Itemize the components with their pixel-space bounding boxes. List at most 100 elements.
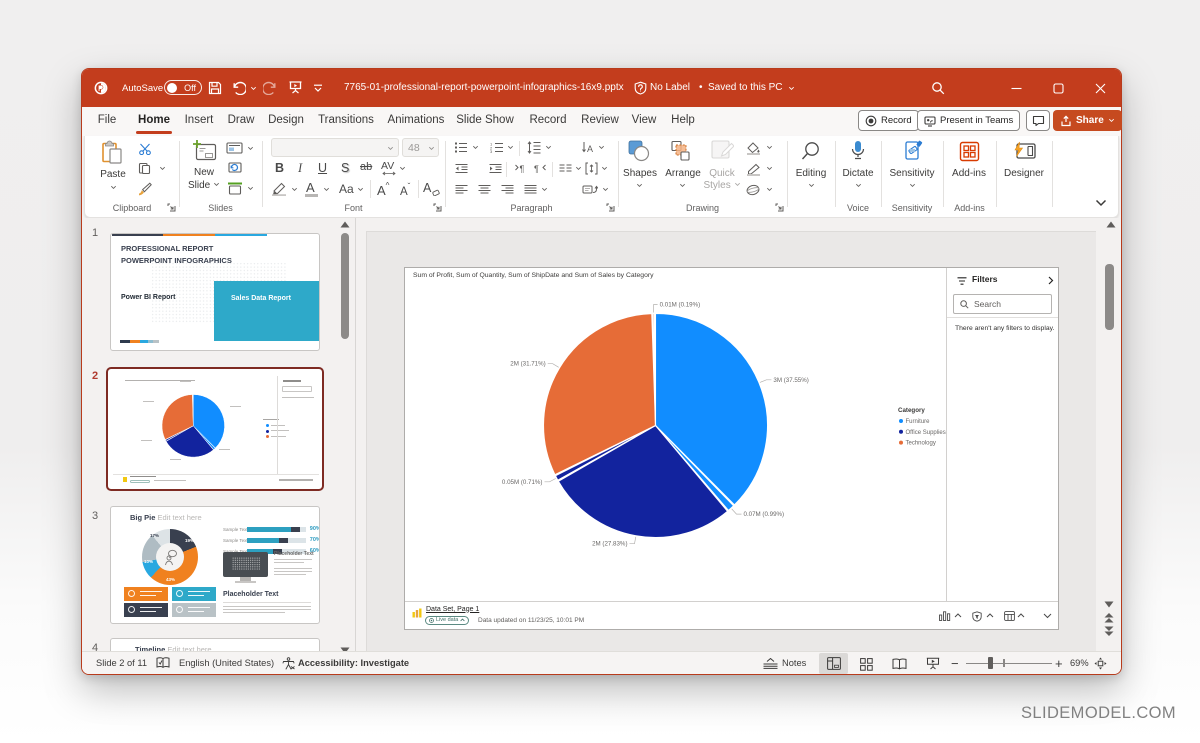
paste-button[interactable]	[99, 140, 125, 166]
shrink-font-button[interactable]: Aˇ	[400, 182, 410, 198]
sensitivity-label-icon[interactable]	[634, 81, 647, 95]
change-case-button[interactable]: Aa	[339, 182, 354, 196]
align-center-icon[interactable]	[478, 184, 491, 195]
filters-search-box[interactable]: Search	[953, 294, 1052, 314]
shape-fill-icon[interactable]	[746, 142, 761, 155]
line-spacing-dropdown-icon[interactable]	[545, 145, 552, 150]
paste-dropdown-icon[interactable]	[110, 185, 117, 190]
close-button[interactable]	[1079, 69, 1121, 107]
font-name-combo[interactable]	[271, 138, 399, 157]
main-scroll-up-icon[interactable]	[1106, 221, 1116, 228]
editing-button[interactable]	[801, 141, 821, 161]
font-color-dropdown-icon[interactable]	[323, 187, 330, 192]
text-direction-icon[interactable]: A	[581, 141, 594, 154]
shapes-button[interactable]	[628, 140, 650, 162]
change-case-dropdown-icon[interactable]	[357, 187, 364, 192]
slide-4-thumbnail[interactable]: Timeline Edit text here	[110, 638, 320, 652]
tab-animations[interactable]: Animations	[385, 107, 447, 133]
pbi-grid-icon[interactable]	[1004, 611, 1015, 621]
zoom-level[interactable]: 69%	[1070, 652, 1089, 674]
zoom-slider-track[interactable]	[966, 663, 1052, 665]
saved-status[interactable]: Saved to this PC	[708, 82, 782, 93]
dictate-dropdown-icon[interactable]	[855, 183, 862, 188]
shape-fill-dropdown-icon[interactable]	[766, 145, 773, 150]
panel-scroll-up-icon[interactable]	[340, 221, 350, 228]
saved-status-dropdown-icon[interactable]	[788, 86, 795, 91]
grow-font-button[interactable]: A^	[377, 181, 389, 198]
shape-effects-dropdown-icon[interactable]	[766, 187, 773, 192]
text-direction-dropdown-icon[interactable]	[598, 145, 605, 150]
previous-slide-button[interactable]	[1104, 612, 1114, 623]
format-painter-icon[interactable]	[137, 182, 152, 196]
copy-icon[interactable]	[138, 162, 151, 175]
underline-button[interactable]: U	[318, 161, 327, 175]
zoom-in-button[interactable]: +	[1055, 652, 1063, 674]
zoom-out-button[interactable]: −	[951, 652, 959, 674]
paragraph-dialog-launcher-icon[interactable]	[606, 203, 615, 212]
next-slide-button[interactable]	[1104, 626, 1114, 637]
pbi-grid-chevron-icon[interactable]	[1017, 613, 1025, 618]
tab-transitions[interactable]: Transitions	[316, 107, 376, 133]
section-dropdown-icon[interactable]	[247, 186, 254, 191]
quick-styles-button[interactable]	[711, 140, 734, 162]
bold-button[interactable]: B	[275, 161, 284, 175]
share-button[interactable]: Share	[1053, 110, 1122, 131]
line-spacing-icon[interactable]	[527, 141, 541, 154]
fit-slide-icon[interactable]	[1094, 657, 1107, 670]
copy-dropdown-icon[interactable]	[159, 166, 166, 171]
tab-help[interactable]: Help	[667, 107, 699, 133]
collapse-ribbon-icon[interactable]	[1095, 199, 1107, 207]
increase-indent-icon[interactable]	[489, 163, 502, 174]
text-shadow-button[interactable]: S	[341, 161, 349, 175]
tab-insert[interactable]: Insert	[180, 107, 218, 133]
slide-sorter-view-button[interactable]	[852, 653, 881, 674]
redo-icon[interactable]	[263, 81, 278, 95]
slide-1-thumbnail[interactable]: PROFESSIONAL REPORTPOWERPOINT INFOGRAPHI…	[110, 233, 320, 351]
font-color-button[interactable]: A	[306, 180, 315, 195]
font-size-combo[interactable]: 48	[402, 138, 439, 157]
arrange-dropdown-icon[interactable]	[679, 183, 686, 188]
sensitivity-button[interactable]	[904, 140, 924, 161]
filters-expand-icon[interactable]	[1048, 276, 1054, 285]
tab-file[interactable]: File	[91, 107, 123, 133]
bullets-dropdown-icon[interactable]	[472, 145, 479, 150]
undo-dropdown-icon[interactable]	[250, 86, 257, 91]
present-in-teams-button[interactable]: Present in Teams	[917, 110, 1020, 131]
cut-icon[interactable]	[138, 143, 152, 155]
shape-outline-dropdown-icon[interactable]	[766, 166, 773, 171]
main-scroll-down-icon[interactable]	[1104, 601, 1114, 608]
record-button[interactable]: Record	[858, 110, 919, 131]
start-slideshow-icon[interactable]	[288, 80, 303, 95]
bullets-icon[interactable]	[455, 142, 468, 153]
drawing-dialog-launcher-icon[interactable]	[775, 203, 784, 212]
new-slide-button[interactable]	[192, 140, 217, 163]
spell-check-icon[interactable]	[156, 657, 170, 669]
layout-icon[interactable]	[226, 142, 243, 154]
panel-scrollbar-thumb[interactable]	[341, 233, 349, 339]
shape-outline-icon[interactable]	[746, 163, 761, 176]
section-icon[interactable]	[227, 182, 243, 195]
slide-3-thumbnail[interactable]: Big Pie Edit text here 17% 19% 10% 43% S…	[110, 506, 320, 624]
pbi-chart-type-icon[interactable]	[939, 611, 951, 621]
clipboard-dialog-launcher-icon[interactable]	[167, 203, 176, 212]
tab-design[interactable]: Design	[265, 107, 307, 133]
main-scrollbar-thumb[interactable]	[1105, 264, 1114, 330]
decrease-indent-icon[interactable]	[455, 163, 468, 174]
layout-dropdown-icon[interactable]	[247, 146, 254, 151]
label-badge[interactable]: No Label	[650, 82, 690, 93]
justify-dropdown-icon[interactable]	[541, 187, 548, 192]
reading-view-button[interactable]	[885, 653, 914, 674]
justify-icon[interactable]	[524, 184, 537, 195]
sensitivity-dropdown-icon[interactable]	[909, 183, 916, 188]
zoom-slider-knob[interactable]	[988, 657, 993, 669]
comments-button[interactable]	[1026, 110, 1050, 131]
slideshow-view-button[interactable]	[918, 653, 947, 674]
save-icon[interactable]	[208, 81, 222, 95]
editing-dropdown-icon[interactable]	[808, 183, 815, 188]
search-icon[interactable]	[931, 81, 945, 95]
tab-record[interactable]: Record	[526, 107, 570, 133]
italic-button[interactable]: I	[298, 161, 302, 176]
tab-review[interactable]: Review	[578, 107, 622, 133]
align-text-dropdown-icon[interactable]	[601, 166, 608, 171]
minimize-button[interactable]	[995, 69, 1037, 107]
